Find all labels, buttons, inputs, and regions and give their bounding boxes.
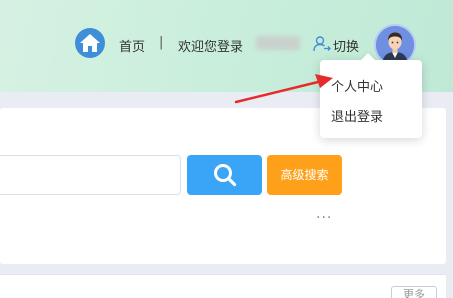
advanced-search-button[interactable]: 高级搜索 [267,155,342,195]
welcome-text: 欢迎您登录 [178,40,244,55]
search-button[interactable] [187,155,262,195]
lower-card [0,274,446,298]
menu-item-personal-center[interactable]: 个人中心 [331,76,383,95]
avatar-portrait-icon [376,26,414,64]
nav-home-link[interactable]: 首页 [119,36,145,55]
user-avatar[interactable] [376,26,414,64]
search-input[interactable] [0,155,181,195]
nav-separator: | [159,35,164,50]
search-icon [214,164,237,187]
switch-link[interactable]: 切换 [333,36,359,55]
blurred-username [256,36,300,50]
home-icon[interactable] [75,28,105,58]
more-options-icon[interactable]: ··· [316,211,334,225]
user-switch-icon[interactable] [313,36,331,52]
user-dropdown-menu: 个人中心 退出登录 [320,52,422,138]
menu-item-logout[interactable]: 退出登录 [331,106,383,125]
more-button[interactable]: 更多 [391,286,437,298]
